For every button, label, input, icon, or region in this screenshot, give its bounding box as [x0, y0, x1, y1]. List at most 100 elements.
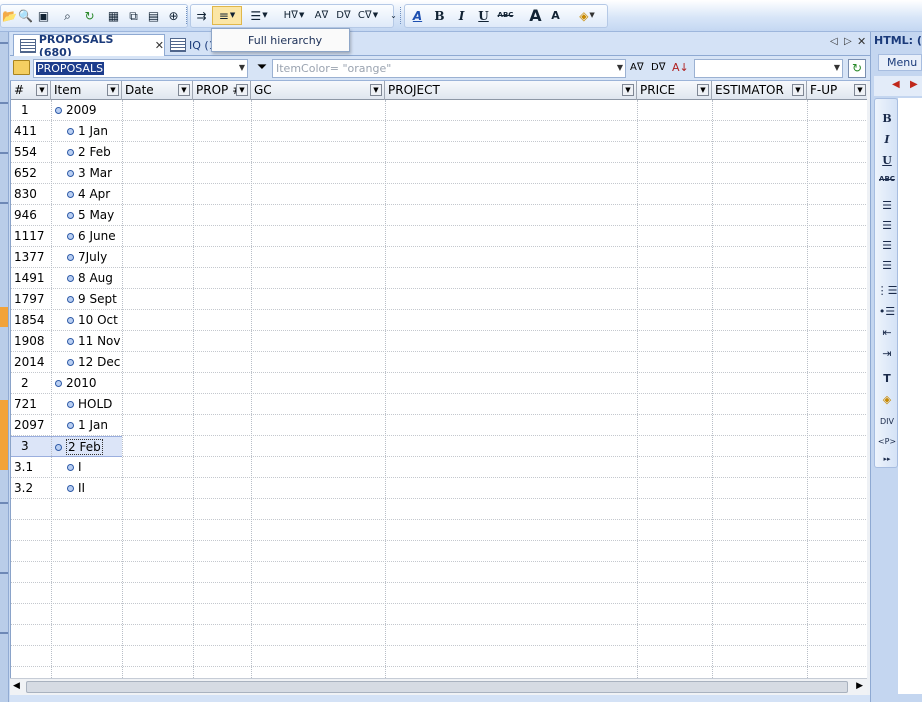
hierarchy-button[interactable]: ≡ ▼ [212, 6, 242, 25]
toolbar-grip[interactable] [400, 7, 403, 24]
chevron-down-icon[interactable]: ▼ [107, 84, 119, 96]
tab-scroll-right-icon[interactable]: ▷ [844, 36, 852, 47]
horizontal-scrollbar[interactable]: ◀ ▶ [10, 678, 867, 695]
column-header-num[interactable]: # ▼ [11, 81, 51, 100]
nav-forward-icon[interactable]: ▶ [910, 79, 918, 90]
indent-icon[interactable]: ⇥ [875, 347, 899, 360]
table-row[interactable]: 1 2009 [11, 100, 868, 121]
toolbar-grip[interactable] [186, 7, 189, 24]
zoom-icon[interactable]: ⊕ [164, 6, 183, 25]
empty-row[interactable] [11, 499, 868, 520]
tree-item[interactable]: 6 June [67, 229, 116, 243]
justify-icon[interactable]: ☰ [875, 259, 899, 272]
empty-row[interactable] [11, 646, 868, 667]
numbered-list-icon[interactable]: ⋮☰ [875, 284, 899, 297]
column-header-prop[interactable]: PROP # ▼ [193, 81, 251, 100]
chevron-down-icon[interactable]: ▼ [617, 63, 623, 72]
tree-item[interactable]: 4 Apr [67, 187, 110, 201]
table-row[interactable]: 2097 1 Jan [11, 415, 868, 436]
div-icon[interactable]: DIV [875, 417, 899, 426]
column-header-gc[interactable]: GC ▼ [251, 81, 385, 100]
filter-c-icon[interactable]: Cᐁ ▼ [354, 6, 382, 25]
tree-item[interactable]: II [67, 481, 85, 495]
tree-item[interactable]: 10 Oct [67, 313, 118, 327]
column-header-estimator[interactable]: ESTIMATOR ▼ [712, 81, 807, 100]
tree-item[interactable]: 9 Sept [67, 292, 117, 306]
chevron-down-icon[interactable]: ▼ [854, 84, 866, 96]
chevron-down-icon[interactable]: ▼ [697, 84, 709, 96]
folder-combo[interactable]: PROPOSALS ▼ [33, 59, 248, 78]
bold-icon[interactable]: B [430, 6, 449, 25]
table-row[interactable]: 1908 11 Nov [11, 331, 868, 352]
left-dock-strip[interactable] [0, 32, 9, 702]
dock-tab-highlight[interactable] [0, 307, 8, 327]
tree-item[interactable]: 12 Dec [67, 355, 120, 369]
sort-tree-icon[interactable]: ☰ ▼ [246, 6, 272, 25]
tree-item[interactable]: I [67, 460, 82, 474]
table-row[interactable]: 1491 8 Aug [11, 268, 868, 289]
tree-item[interactable]: 2009 [55, 103, 97, 117]
table-row[interactable]: 1117 6 June [11, 226, 868, 247]
tree-item[interactable]: 11 Nov [67, 334, 121, 348]
apply-filter-icon[interactable]: ↻ [848, 59, 866, 78]
properties-icon[interactable]: ▤ [144, 6, 163, 25]
page-setup-icon[interactable]: ▣ [34, 6, 53, 25]
tab-scroll-left-icon[interactable]: ◁ [830, 36, 838, 47]
table-row[interactable]: 2 2010 [11, 373, 868, 394]
menu-item-full-hierarchy[interactable]: Full hierarchy [248, 34, 322, 47]
shrink-font-icon[interactable]: A [546, 6, 565, 25]
filter-d-icon[interactable]: Dᐁ [334, 6, 353, 25]
empty-row[interactable] [11, 562, 868, 583]
empty-row[interactable] [11, 583, 868, 604]
align-left-icon[interactable]: ☰ [875, 199, 899, 212]
empty-row[interactable] [11, 541, 868, 562]
italic-icon[interactable]: I [452, 6, 471, 25]
chevron-down-icon[interactable]: ▼ [239, 63, 245, 72]
chevron-down-icon[interactable]: ▼ [792, 84, 804, 96]
text-color-icon[interactable]: T [875, 372, 899, 385]
outdent-icon[interactable]: ⇤ [875, 326, 899, 339]
tree-item[interactable]: 2 Feb [55, 439, 103, 455]
table-row[interactable]: 2014 12 Dec [11, 352, 868, 373]
italic-icon[interactable]: I [875, 133, 899, 146]
column-header-project[interactable]: PROJECT ▼ [385, 81, 637, 100]
scroll-left-icon[interactable]: ◀ [13, 681, 20, 691]
empty-row[interactable] [11, 625, 868, 646]
indent-icon[interactable]: ⇉ [192, 6, 211, 25]
table-row[interactable]: 1377 7July [11, 247, 868, 268]
dock-tab-highlight[interactable] [0, 400, 8, 470]
paragraph-icon[interactable]: <P> [875, 437, 899, 446]
empty-row[interactable] [11, 604, 868, 625]
fill-color-icon[interactable]: ◈ ▼ [574, 6, 600, 25]
sort-az-icon[interactable]: A↓ [672, 59, 690, 77]
font-color-icon[interactable]: A [408, 6, 427, 25]
table-row[interactable]: 830 4 Apr [11, 184, 868, 205]
tree-item[interactable]: 1 Jan [67, 418, 108, 432]
column-header-date[interactable]: Date ▼ [122, 81, 193, 100]
column-header-item[interactable]: Item ▼ [51, 81, 122, 100]
scroll-right-icon[interactable]: ▶ [856, 681, 863, 691]
html-menu-button[interactable]: Menu [878, 54, 922, 71]
tree-item[interactable]: 5 May [67, 208, 114, 222]
sort-combo[interactable]: ▼ [694, 59, 843, 78]
table-row[interactable]: 1854 10 Oct [11, 310, 868, 331]
table-row[interactable]: 411 1 Jan [11, 121, 868, 142]
more-icon[interactable]: ▸▸ [875, 455, 899, 463]
table-row[interactable]: 721 HOLD [11, 394, 868, 415]
underline-icon[interactable]: U [875, 154, 899, 167]
chevron-down-icon[interactable]: ▼ [834, 63, 840, 72]
filter-a-icon[interactable]: Aᐁ [312, 6, 331, 25]
find-icon[interactable]: ⌕ [58, 6, 77, 25]
nav-back-icon[interactable]: ◀ [892, 79, 900, 90]
bold-icon[interactable]: B [875, 112, 899, 125]
strikethrough-icon[interactable]: ABC [496, 6, 515, 25]
form-icon[interactable]: ▦ [104, 6, 123, 25]
filter-combo[interactable]: ItemColor= "orange" ▼ [272, 59, 626, 78]
scrollbar-thumb[interactable] [26, 681, 848, 693]
table-row[interactable]: 554 2 Feb [11, 142, 868, 163]
strikethrough-icon[interactable]: ABC [875, 175, 899, 183]
table-row[interactable]: 3.2 II [11, 478, 868, 499]
tab-proposals[interactable]: PROPOSALS (680) ✕ [13, 33, 165, 59]
align-center-icon[interactable]: ☰ [875, 219, 899, 232]
tree-item[interactable]: 1 Jan [67, 124, 108, 138]
